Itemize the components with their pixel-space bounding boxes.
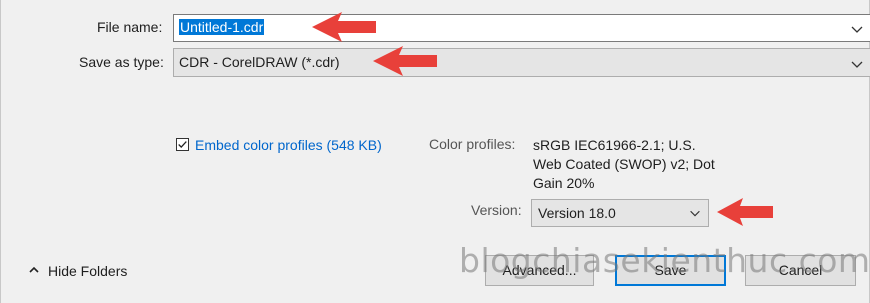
save-dialog: File name: Untitled-1.cdr Save as type: … [0,0,870,303]
caret-up-icon [29,266,39,273]
chevron-down-icon[interactable] [849,56,865,72]
file-name-label: File name: [97,19,163,35]
color-profiles-label: Color profiles: [429,136,516,152]
embed-color-profiles-checkbox[interactable] [176,138,189,151]
watermark-text: blogchiasekienthuc.com [459,241,870,280]
red-arrow-icon [312,12,376,42]
version-select[interactable]: Version 18.0 [531,199,709,227]
embed-color-profiles-label[interactable]: Embed color profiles (548 KB) [195,136,385,155]
red-arrow-icon [373,46,437,76]
hide-folders-label: Hide Folders [48,263,128,279]
version-label: Version: [471,202,522,218]
version-value: Version 18.0 [538,205,616,221]
hide-folders-button[interactable]: Hide Folders [28,263,127,279]
chevron-down-icon[interactable] [849,21,865,37]
save-as-type-value: CDR - CorelDRAW (*.cdr) [179,54,340,70]
checkmark-icon [178,141,187,148]
file-name-input[interactable]: Untitled-1.cdr [173,14,870,42]
save-as-type-select[interactable]: CDR - CorelDRAW (*.cdr) [173,48,870,77]
red-arrow-icon [717,198,773,226]
save-as-type-label: Save as type: [79,54,164,70]
chevron-down-icon[interactable] [688,206,702,220]
file-name-value: Untitled-1.cdr [179,19,265,35]
color-profiles-value: sRGB IEC61966-2.1; U.S. Web Coated (SWOP… [533,137,715,191]
